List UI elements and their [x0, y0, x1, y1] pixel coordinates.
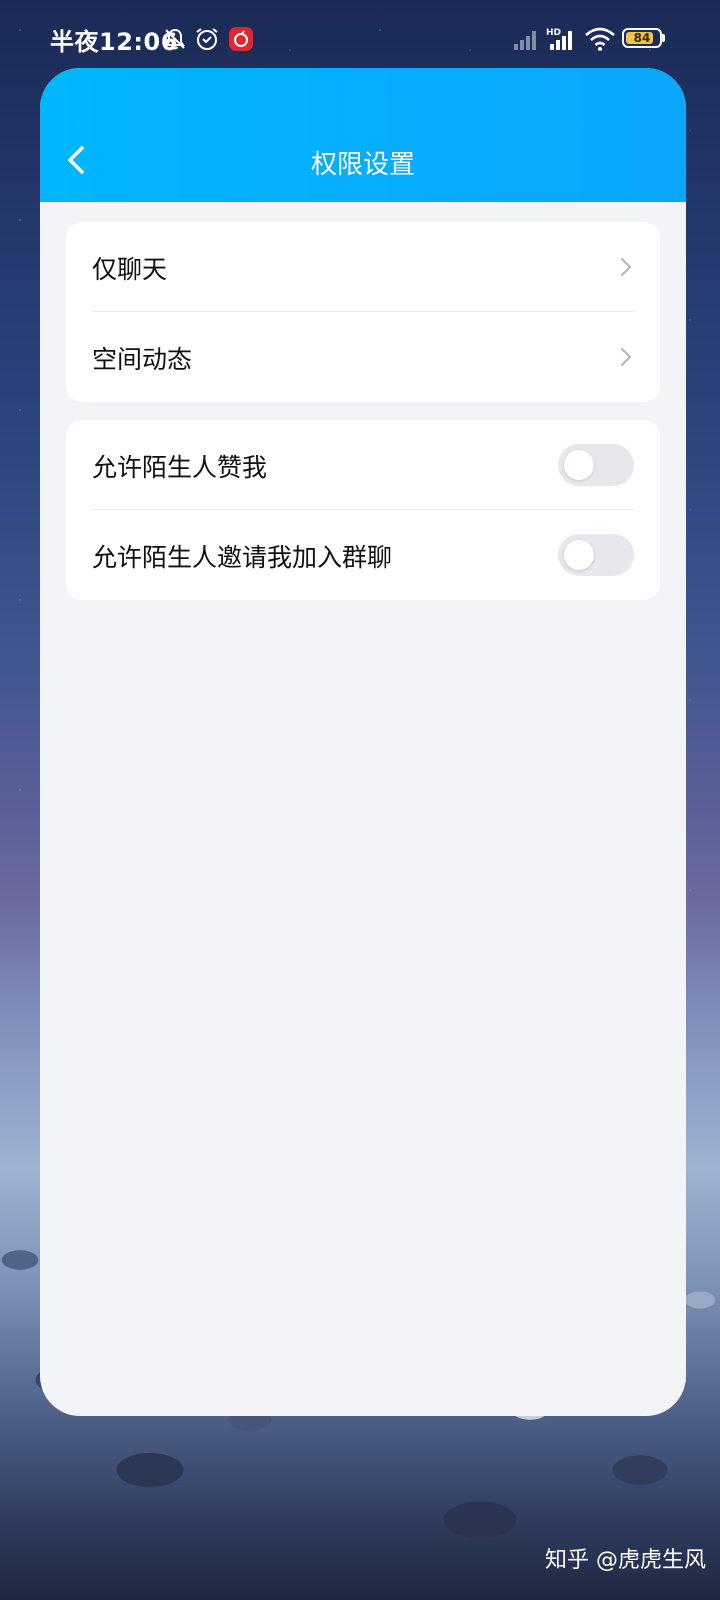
phone-screen: 半夜12:06 HD 84 权限设置 仅聊天 空间动态 允许陌生人赞我 允许陌生… — [0, 0, 720, 1600]
settings-row-chat-only[interactable]: 仅聊天 — [66, 222, 660, 312]
toggle-knob — [564, 450, 594, 480]
toggle-knob — [564, 540, 594, 570]
row-label: 允许陌生人邀请我加入群聊 — [92, 543, 393, 572]
settings-row-stranger-group-invite: 允许陌生人邀请我加入群聊 — [66, 510, 660, 600]
chevron-right-icon — [620, 257, 632, 277]
stranger-group-invite-toggle[interactable] — [558, 534, 634, 576]
chevron-right-icon — [620, 347, 632, 367]
settings-card-links: 仅聊天 空间动态 — [66, 222, 660, 402]
svg-text:HD: HD — [546, 28, 561, 38]
alarm-icon — [194, 26, 220, 52]
settings-row-stranger-like: 允许陌生人赞我 — [66, 420, 660, 510]
app-window: 权限设置 仅聊天 空间动态 允许陌生人赞我 允许陌生人邀请我加入群聊 — [40, 68, 686, 1416]
page-title: 权限设置 — [310, 150, 415, 180]
battery-icon: 84 — [622, 28, 662, 48]
row-label: 空间动态 — [92, 345, 193, 374]
row-label: 允许陌生人赞我 — [92, 453, 268, 482]
netease-music-icon — [228, 26, 254, 52]
wifi-icon — [584, 26, 616, 52]
stranger-like-toggle[interactable] — [558, 444, 634, 486]
notification-off-icon — [162, 26, 188, 52]
hd-signal-icon: HD — [546, 26, 576, 52]
app-header: 权限设置 — [40, 68, 686, 202]
status-time: 半夜12:06 — [50, 28, 178, 56]
settings-card-toggles: 允许陌生人赞我 允许陌生人邀请我加入群聊 — [66, 420, 660, 600]
battery-level: 84 — [633, 31, 651, 45]
signal-icon — [512, 26, 542, 52]
settings-row-moments[interactable]: 空间动态 — [66, 312, 660, 402]
row-label: 仅聊天 — [92, 255, 168, 284]
watermark-text: 知乎 @虎虎生风 — [545, 1548, 706, 1573]
battery-tip — [662, 34, 665, 42]
